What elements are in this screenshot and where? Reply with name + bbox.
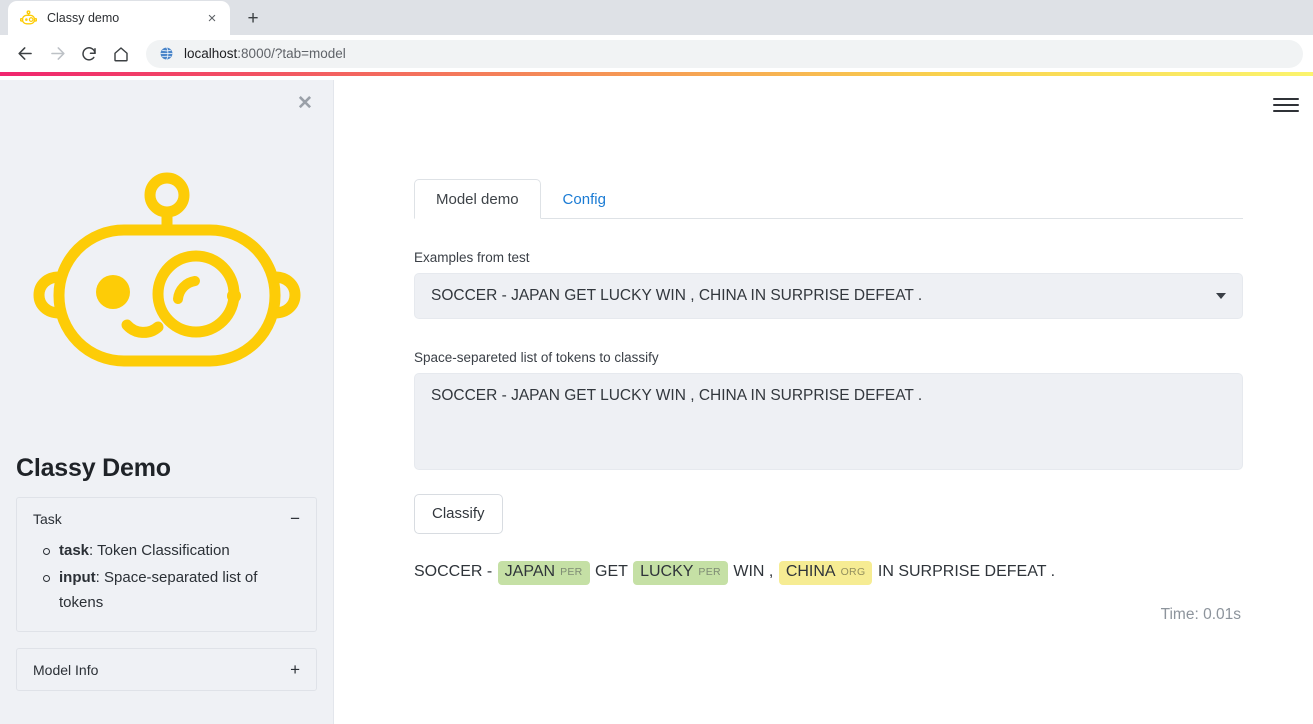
back-button[interactable] xyxy=(10,39,40,69)
main-panel: Model demo Config Examples from test SOC… xyxy=(334,80,1313,724)
entity-text: JAPAN xyxy=(504,563,556,581)
accordion-model-info-label: Model Info xyxy=(33,661,99,678)
reload-button[interactable] xyxy=(74,39,104,69)
tab-model-demo[interactable]: Model demo xyxy=(414,179,541,219)
hamburger-menu-icon[interactable] xyxy=(1273,92,1299,118)
entity-china: CHINA ORG xyxy=(778,561,873,585)
address-bar-url: localhost:8000/?tab=model xyxy=(184,46,346,61)
task-item-key: task xyxy=(59,542,90,559)
accordion-task-label: Task xyxy=(33,510,62,527)
entity-text: LUCKY xyxy=(640,563,694,581)
task-item-sep: : xyxy=(89,542,98,559)
main-content: Model demo Config Examples from test SOC… xyxy=(334,80,1313,624)
browser-toolbar: localhost:8000/?tab=model xyxy=(0,35,1313,72)
entity-japan: JAPAN PER xyxy=(497,561,590,585)
entity-tag: PER xyxy=(560,566,583,579)
tab-bar: Model demo Config xyxy=(414,177,1243,219)
result-plain-text: IN SURPRISE DEFEAT . xyxy=(873,563,1056,581)
result-plain-text: GET xyxy=(590,563,633,581)
forward-button[interactable] xyxy=(42,39,72,69)
accordion-task-toggle-icon[interactable]: − xyxy=(290,510,300,527)
browser-tab-title: Classy demo xyxy=(47,11,120,25)
tokens-input[interactable]: SOCCER - JAPAN GET LUCKY WIN , CHINA IN … xyxy=(414,373,1243,470)
result-plain-text: WIN , xyxy=(728,563,778,581)
examples-label: Examples from test xyxy=(414,250,530,265)
sidebar-body: Classy Demo Task − task: Token Classific… xyxy=(0,454,333,692)
accordion-task: Task − task: Token Classification input:… xyxy=(16,497,317,633)
tokens-input-label: Space-separeted list of tokens to classi… xyxy=(414,350,659,365)
hamburger-line xyxy=(1273,110,1299,112)
sidebar-close-icon[interactable]: ✕ xyxy=(293,91,317,115)
time-note: Time: 0.01s xyxy=(1160,605,1241,623)
accordion-model-info-toggle-icon[interactable]: + xyxy=(290,661,300,678)
robot-favicon xyxy=(20,9,37,27)
task-list: task: Token Classification input: Space-… xyxy=(33,539,300,615)
address-bar-path: :8000/?tab=model xyxy=(237,46,346,61)
page-content: ✕ Classy Demo Task − task: Token Classif… xyxy=(0,80,1313,724)
home-button[interactable] xyxy=(106,39,136,69)
browser-window: Classy demo × + localhost:8000/?tab=mode… xyxy=(0,0,1313,724)
accordion-model-info-header[interactable]: Model Info + xyxy=(17,649,316,690)
examples-select-value: SOCCER - JAPAN GET LUCKY WIN , CHINA IN … xyxy=(431,287,923,304)
classy-robot-logo xyxy=(0,166,333,376)
new-tab-button[interactable]: + xyxy=(239,4,267,32)
hamburger-line xyxy=(1273,98,1299,100)
address-bar-host: localhost xyxy=(184,46,238,61)
task-item-value: Token Classification xyxy=(97,542,230,559)
list-item: task: Token Classification xyxy=(43,539,300,564)
classification-result: SOCCER - JAPAN PER GET LUCKY PER WIN , CHI… xyxy=(414,557,1243,587)
entity-tag: ORG xyxy=(840,566,866,579)
accent-gradient-bar xyxy=(0,72,1313,76)
tab-config[interactable]: Config xyxy=(541,179,628,219)
browser-tab-strip: Classy demo × + xyxy=(0,0,1313,35)
accordion-task-header[interactable]: Task − xyxy=(17,498,316,539)
sidebar: ✕ Classy Demo Task − task: Token Classif… xyxy=(0,80,334,724)
page-title: Classy Demo xyxy=(16,454,171,482)
task-item-key: input xyxy=(59,568,96,586)
entity-tag: PER xyxy=(698,566,721,579)
address-bar[interactable]: localhost:8000/?tab=model xyxy=(146,39,1303,68)
entity-text: CHINA xyxy=(785,563,836,581)
hamburger-line xyxy=(1273,104,1299,106)
chevron-down-icon xyxy=(1216,293,1226,299)
globe-icon xyxy=(158,46,174,62)
task-item-sep: : xyxy=(95,568,104,586)
list-item: input: Space-separated list of tokens xyxy=(43,566,300,616)
accordion-task-body: task: Token Classification input: Space-… xyxy=(17,539,316,631)
result-plain-text: SOCCER - xyxy=(414,563,497,581)
entity-lucky: LUCKY PER xyxy=(633,561,728,585)
accordion-model-info: Model Info + xyxy=(16,648,317,692)
examples-select[interactable]: SOCCER - JAPAN GET LUCKY WIN , CHINA IN … xyxy=(414,273,1243,319)
browser-tab-close-icon[interactable]: × xyxy=(202,8,222,28)
classify-button[interactable]: Classify xyxy=(414,494,503,535)
browser-tab[interactable]: Classy demo × xyxy=(8,1,230,35)
